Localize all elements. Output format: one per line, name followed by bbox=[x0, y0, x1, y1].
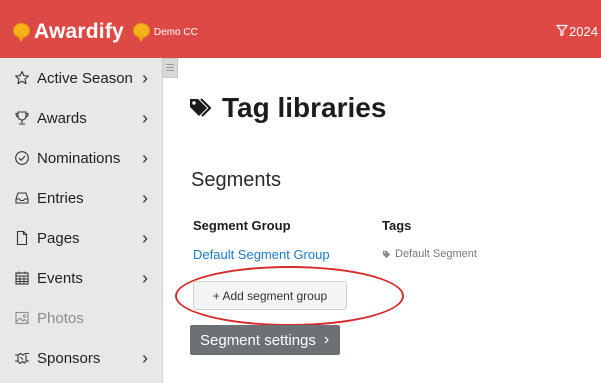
page-icon bbox=[13, 229, 31, 247]
brand-name: Awardify bbox=[34, 20, 124, 43]
column-header-tags: Tags bbox=[382, 218, 412, 233]
sidebar: Active Season › Awards › Nominations › E… bbox=[0, 58, 163, 383]
photo-icon bbox=[13, 309, 31, 327]
inbox-icon bbox=[13, 189, 31, 207]
tag-label: Default Segment bbox=[395, 248, 477, 260]
sidebar-item-label: Sponsors bbox=[37, 349, 101, 367]
tag-icon bbox=[382, 250, 391, 259]
medal-icon bbox=[132, 23, 150, 42]
chevron-right-icon: › bbox=[142, 227, 148, 248]
check-circle-icon bbox=[13, 149, 31, 167]
sidebar-item-nominations[interactable]: Nominations › bbox=[0, 138, 162, 178]
medal-icon bbox=[12, 23, 30, 42]
sidebar-item-label: Active Season bbox=[37, 69, 133, 87]
sidebar-item-label: Entries bbox=[37, 189, 84, 207]
sidebar-item-active-season[interactable]: Active Season › bbox=[0, 58, 162, 98]
section-title: Segments bbox=[191, 169, 282, 191]
organization-name[interactable]: Demo CC bbox=[154, 27, 198, 38]
segment-settings-button[interactable]: Segment settings › bbox=[190, 325, 340, 355]
sidebar-item-label: Nominations bbox=[37, 149, 121, 167]
sidebar-item-pages[interactable]: Pages › bbox=[0, 218, 162, 258]
chevron-right-icon: › bbox=[142, 67, 148, 88]
sidebar-item-sponsors[interactable]: Sponsors › bbox=[0, 338, 162, 378]
top-navbar: Awardify Demo CC 2024 bbox=[0, 0, 601, 58]
sidebar-item-events[interactable]: Events › bbox=[0, 258, 162, 298]
trophy-icon bbox=[13, 109, 31, 127]
sidebar-item-label: Awards bbox=[37, 109, 87, 127]
chevron-right-icon: › bbox=[142, 347, 148, 368]
handshake-icon bbox=[13, 349, 31, 367]
sidebar-item-photos[interactable]: Photos bbox=[0, 298, 162, 338]
segment-group-link[interactable]: Default Segment Group bbox=[193, 247, 330, 262]
segment-settings-label: Segment settings bbox=[200, 331, 316, 349]
highlight-annotation bbox=[175, 266, 404, 326]
filter-icon bbox=[556, 24, 568, 39]
sidebar-item-awards[interactable]: Awards › bbox=[0, 98, 162, 138]
tags-icon bbox=[188, 97, 212, 119]
chevron-right-icon: › bbox=[323, 331, 330, 348]
sidebar-item-entries[interactable]: Entries › bbox=[0, 178, 162, 218]
brand-logo[interactable]: Awardify Demo CC bbox=[12, 20, 198, 44]
chevron-right-icon: › bbox=[142, 187, 148, 208]
sidebar-toggle-button[interactable] bbox=[162, 58, 178, 78]
page-title: Tag libraries bbox=[222, 92, 387, 123]
calendar-icon bbox=[13, 269, 31, 287]
chevron-right-icon: › bbox=[142, 107, 148, 128]
column-header-segment-group: Segment Group bbox=[193, 218, 291, 233]
sidebar-item-label: Pages bbox=[37, 229, 80, 247]
star-icon bbox=[13, 69, 31, 87]
sidebar-item-label: Photos bbox=[37, 309, 84, 327]
tag-chip[interactable]: Default Segment bbox=[382, 248, 477, 260]
chevron-right-icon: › bbox=[142, 147, 148, 168]
season-filter[interactable]: 2024 bbox=[556, 24, 598, 39]
page-header: Tag libraries bbox=[188, 92, 386, 124]
season-year: 2024 bbox=[569, 24, 598, 39]
sidebar-item-label: Events bbox=[37, 269, 83, 287]
chevron-right-icon: › bbox=[142, 267, 148, 288]
